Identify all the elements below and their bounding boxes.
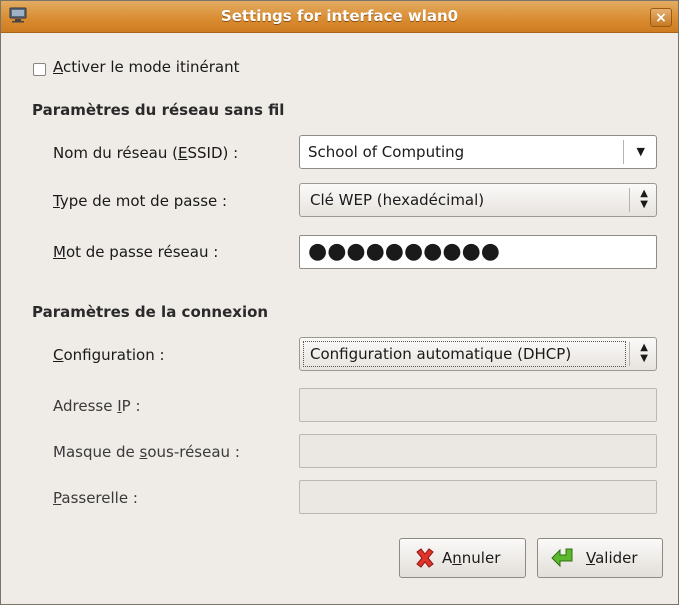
configuration-value: Configuration automatique (DHCP): [310, 345, 572, 363]
cancel-icon: [416, 548, 434, 568]
title-bar[interactable]: Settings for interface wlan0 ×: [1, 1, 678, 33]
close-button[interactable]: ×: [650, 8, 672, 27]
network-password-label: Mot de passe réseau :: [53, 243, 219, 261]
gateway-input[interactable]: [299, 480, 657, 514]
password-type-value: Clé WEP (hexadécimal): [310, 191, 485, 209]
subnet-mask-label: Masque de sous-réseau :: [53, 443, 240, 461]
configuration-select[interactable]: Configuration automatique (DHCP) ▲ ▼: [299, 337, 657, 371]
essid-label: Nom du réseau (ESSID) :: [53, 144, 239, 162]
close-icon: ×: [655, 10, 667, 26]
configuration-label: Configuration :: [53, 346, 165, 364]
password-dots: ●●●●●●●●●●: [308, 239, 500, 264]
chevron-down-icon[interactable]: ▼: [637, 145, 645, 158]
updown-arrows-icon: ▲ ▼: [640, 342, 648, 364]
window-title: Settings for interface wlan0: [220, 7, 459, 25]
cancel-button[interactable]: Annuler: [399, 538, 526, 578]
network-password-input[interactable]: ●●●●●●●●●●: [299, 235, 657, 269]
ip-address-label: Adresse IP :: [53, 397, 141, 415]
ok-button-label: Valider: [586, 549, 638, 567]
settings-dialog: Settings for interface wlan0 × Activer l…: [0, 0, 679, 605]
password-type-label: Type de mot de passe :: [53, 192, 228, 210]
ip-address-input[interactable]: [299, 388, 657, 422]
gateway-label: Passerelle :: [53, 489, 138, 507]
roaming-checkbox-label[interactable]: Activer le mode itinérant: [53, 58, 240, 76]
updown-arrows-icon: ▲ ▼: [640, 188, 648, 210]
ok-button[interactable]: Valider: [537, 538, 663, 578]
subnet-mask-input[interactable]: [299, 434, 657, 468]
essid-combo-entry[interactable]: School of Computing ▼: [299, 135, 657, 169]
wireless-section-heading: Paramètres du réseau sans fil: [32, 101, 285, 119]
cancel-button-label: Annuler: [442, 549, 501, 567]
roaming-checkbox[interactable]: [33, 63, 46, 76]
password-type-select[interactable]: Clé WEP (hexadécimal) ▲ ▼: [299, 183, 657, 217]
connection-section-heading: Paramètres de la connexion: [32, 303, 269, 321]
apply-arrow-icon: [551, 548, 573, 568]
essid-value[interactable]: School of Computing: [308, 143, 464, 161]
